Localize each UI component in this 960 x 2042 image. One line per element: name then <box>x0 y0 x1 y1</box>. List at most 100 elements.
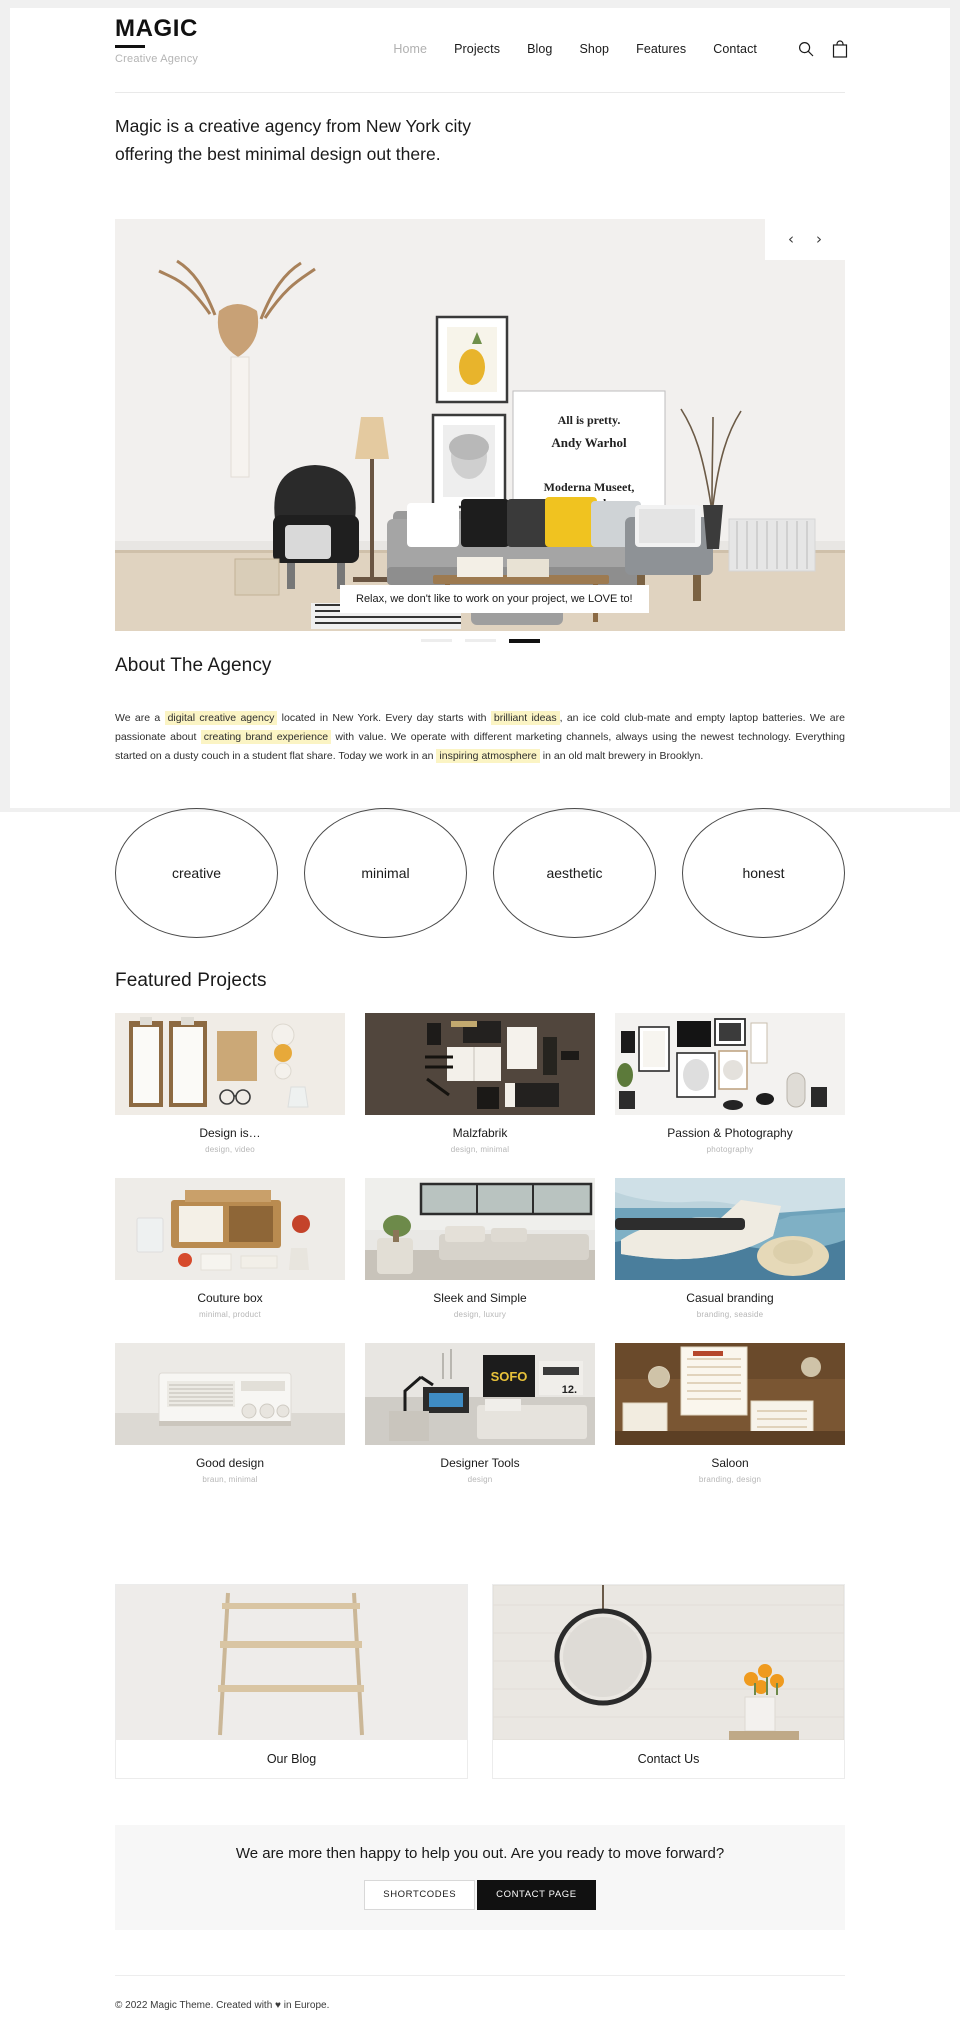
project-card[interactable]: SOFO 12. Designer Tools design <box>365 1343 595 1484</box>
project-categories: photography <box>706 1145 754 1154</box>
project-title: Designer Tools <box>440 1456 520 1470</box>
promo-tiles: Our Blog Contact Us <box>115 1584 845 1779</box>
project-categories: design, video <box>205 1145 255 1154</box>
footer-copyright: © 2022 Magic Theme. Created with ♥ in Eu… <box>115 2000 330 2011</box>
nav-item-home[interactable]: Home <box>393 42 427 56</box>
promo-image-round-mirror <box>493 1585 844 1740</box>
slider-arrow-group: ‹ › <box>765 219 845 260</box>
promo-tile-contact[interactable]: Contact Us <box>492 1584 845 1779</box>
search-icon[interactable] <box>798 41 814 57</box>
value-circle-honest[interactable]: honest <box>682 808 845 938</box>
project-title: Couture box <box>197 1291 263 1305</box>
nav-item-projects[interactable]: Projects <box>454 42 500 56</box>
value-circle-aesthetic[interactable]: aesthetic <box>493 808 656 938</box>
slider-dot-1[interactable] <box>420 639 452 642</box>
about-text-run-8: in an old malt brewery in Brooklyn. <box>539 750 704 762</box>
project-image-gallery-wall[interactable] <box>615 1013 845 1115</box>
main-navigation: Home Projects Blog Shop Features Contact <box>393 40 848 58</box>
project-image-menu-cards[interactable] <box>615 1343 845 1445</box>
project-categories: branding, design <box>698 1475 762 1484</box>
nav-item-contact[interactable]: Contact <box>713 42 757 56</box>
project-card[interactable]: Good design braun, minimal <box>115 1343 345 1484</box>
project-categories: design <box>467 1475 493 1484</box>
project-card[interactable]: Sleek and Simple design, luxury <box>365 1178 595 1319</box>
project-image-modern-lounge[interactable] <box>365 1178 595 1280</box>
project-categories: branding, seaside <box>696 1310 764 1319</box>
nav-item-features[interactable]: Features <box>636 42 686 56</box>
slider-dot-2[interactable] <box>464 639 496 642</box>
hero-slider: All is pretty. Andy Warhol Moderna Musee… <box>115 219 845 643</box>
project-title: Saloon <box>711 1456 749 1470</box>
value-circles: creative minimal aesthetic honest <box>115 808 845 938</box>
value-circle-minimal[interactable]: minimal <box>304 808 467 938</box>
featured-projects-grid: Design is… design, video Malzfabrik design… <box>115 1013 845 1508</box>
project-image-wooden-box[interactable] <box>115 1178 345 1280</box>
svg-text:12.: 12. <box>562 1384 577 1396</box>
project-title: Casual branding <box>686 1291 774 1305</box>
project-card[interactable]: Design is… design, video <box>115 1013 345 1154</box>
shortcodes-button[interactable]: SHORTCODES <box>364 1880 476 1910</box>
about-highlight-1: digital creative agency <box>164 711 278 725</box>
shopping-bag-icon[interactable] <box>832 40 848 58</box>
project-categories: design, luxury <box>453 1310 507 1319</box>
project-card[interactable]: Malzfabrik design, minimal <box>365 1013 595 1154</box>
about-highlight-5: creating brand experience <box>200 730 332 744</box>
project-image-braun-radio[interactable] <box>115 1343 345 1445</box>
about-text-run-2: located in New York. Every day starts wi… <box>277 712 491 724</box>
nav-item-shop[interactable]: Shop <box>579 42 609 56</box>
project-card[interactable]: Couture box minimal, product <box>115 1178 345 1319</box>
featured-projects-title: Featured Projects <box>115 970 267 991</box>
svg-text:All is pretty.: All is pretty. <box>558 413 621 427</box>
project-card[interactable]: Casual branding branding, seaside <box>615 1178 845 1319</box>
project-image-desk-workspace[interactable]: SOFO 12. <box>365 1343 595 1445</box>
cta-banner: We are more then happy to help you out. … <box>115 1825 845 1930</box>
about-paragraph: We are a digital creative agency located… <box>115 709 845 766</box>
promo-image-wall-shelf <box>116 1585 467 1740</box>
header-icon-group <box>798 40 848 58</box>
slider-prev-arrow-icon[interactable]: ‹ <box>788 232 794 247</box>
contact-page-button[interactable]: CONTACT PAGE <box>477 1880 596 1910</box>
project-title: Malzfabrik <box>452 1126 508 1140</box>
value-circle-creative[interactable]: creative <box>115 808 278 938</box>
promo-tile-blog[interactable]: Our Blog <box>115 1584 468 1779</box>
hero-headline: Magic is a creative agency from New York… <box>115 116 471 164</box>
slide-image-living-room[interactable]: All is pretty. Andy Warhol Moderna Musee… <box>115 219 845 631</box>
slide-caption: Relax, we don't like to work on your pro… <box>340 585 649 613</box>
cta-button-group: SHORTCODES CONTACT PAGE <box>364 1880 596 1910</box>
header-divider <box>115 92 845 93</box>
slider-next-arrow-icon[interactable]: › <box>816 232 822 247</box>
featured-projects-header: Featured Projects <box>115 970 267 992</box>
about-section: About The Agency We are a digital creati… <box>115 655 845 766</box>
footer-divider <box>115 1975 845 1976</box>
brand-tagline: Creative Agency <box>115 53 199 65</box>
project-categories: braun, minimal <box>202 1475 258 1484</box>
slider-dot-3[interactable] <box>508 639 540 643</box>
brand-underline <box>115 45 145 48</box>
project-title: Sleek and Simple <box>433 1291 527 1305</box>
svg-text:Andy Warhol: Andy Warhol <box>551 435 627 450</box>
about-highlight-3: brilliant ideas <box>490 711 560 725</box>
page-root: MAGIC Creative Agency Home Projects Blog… <box>0 0 960 2042</box>
promo-label-contact: Contact Us <box>637 1752 700 1766</box>
project-title: Passion & Photography <box>667 1126 793 1140</box>
project-title: Design is… <box>199 1126 261 1140</box>
cta-text: We are more then happy to help you out. … <box>235 1845 725 1863</box>
project-image-sailing-boat[interactable] <box>615 1178 845 1280</box>
project-categories: minimal, product <box>199 1310 261 1319</box>
about-text-run-0: We are a <box>115 712 165 724</box>
brand-name: MAGIC <box>115 15 198 42</box>
site-header: MAGIC Creative Agency Home Projects Blog… <box>0 0 960 93</box>
project-title: Good design <box>195 1456 265 1470</box>
promo-label-blog: Our Blog <box>266 1752 317 1766</box>
brand-logo[interactable]: MAGIC Creative Agency <box>115 16 198 65</box>
about-title: About The Agency <box>115 655 272 676</box>
slider-pagination <box>115 639 845 643</box>
svg-text:Moderna Museet,: Moderna Museet, <box>544 480 635 494</box>
nav-item-blog[interactable]: Blog <box>527 42 552 56</box>
project-image-dark-stationery[interactable] <box>365 1013 595 1115</box>
project-image-flatlay-menus[interactable] <box>115 1013 345 1115</box>
project-card[interactable]: Saloon branding, design <box>615 1343 845 1484</box>
svg-text:SOFO: SOFO <box>491 1369 528 1384</box>
project-categories: design, minimal <box>450 1145 510 1154</box>
project-card[interactable]: Passion & Photography photography <box>615 1013 845 1154</box>
